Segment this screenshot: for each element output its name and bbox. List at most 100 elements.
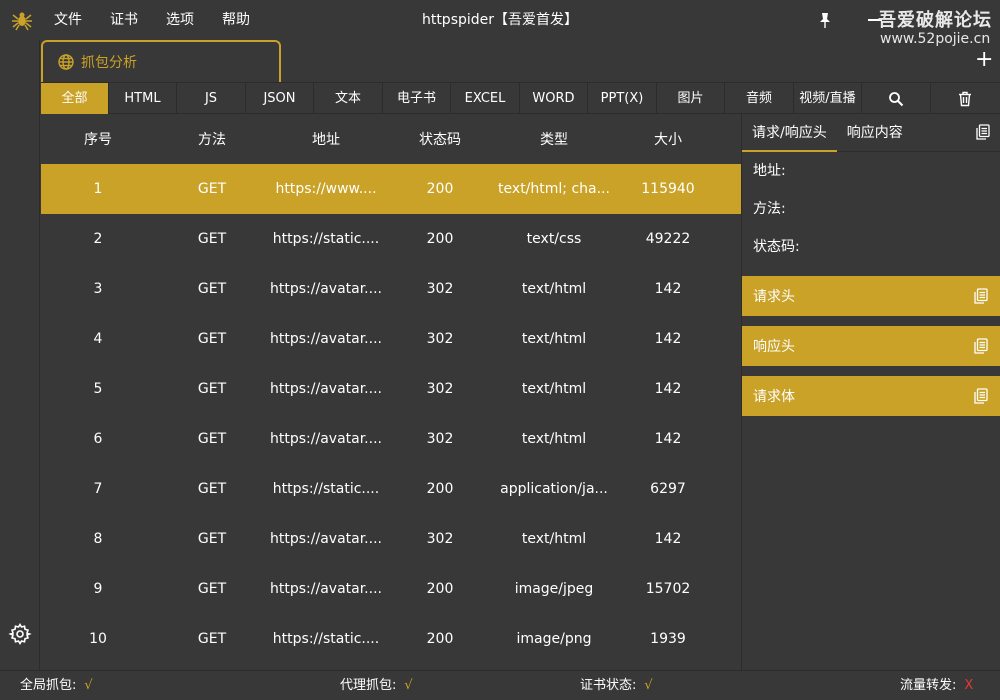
status-value: √ xyxy=(84,678,93,693)
filter-image[interactable]: 图片 xyxy=(657,83,725,114)
filter-bar: 全部 HTML JS JSON 文本 电子书 EXCEL WORD PPT(X)… xyxy=(41,82,1000,114)
section-response-headers[interactable]: 响应头 xyxy=(742,326,1000,366)
filter-word[interactable]: WORD xyxy=(520,83,588,114)
gear-icon[interactable] xyxy=(8,622,32,646)
cell-size: 6297 xyxy=(650,481,686,497)
cell-status: 200 xyxy=(426,581,454,597)
request-table: 序号 方法 地址 状态码 类型 大小 1 GET https://www....… xyxy=(41,114,741,670)
status-value: √ xyxy=(644,678,653,693)
cell-url: https://static.... xyxy=(272,481,380,497)
status-value: √ xyxy=(404,678,413,693)
header-url[interactable]: 地址 xyxy=(269,129,383,149)
pin-icon[interactable] xyxy=(815,10,835,30)
copy-icon[interactable] xyxy=(974,288,988,304)
menu-options[interactable]: 选项 xyxy=(152,0,208,40)
cell-index: 6 xyxy=(93,431,103,447)
cell-type: application/ja... xyxy=(500,481,608,497)
cell-method: GET xyxy=(197,281,227,297)
status-global-capture[interactable]: 全局抓包: √ xyxy=(20,671,93,700)
filter-audio[interactable]: 音频 xyxy=(725,83,794,114)
cell-url: https://avatar.... xyxy=(270,431,382,447)
header-size[interactable]: 大小 xyxy=(611,129,725,149)
cell-method: GET xyxy=(197,381,227,397)
status-cert[interactable]: 证书状态: √ xyxy=(580,671,653,700)
status-proxy-capture[interactable]: 代理抓包: √ xyxy=(340,671,413,700)
cell-size: 142 xyxy=(654,331,682,347)
section-request-body[interactable]: 请求体 xyxy=(742,376,1000,416)
cell-index: 8 xyxy=(93,531,103,547)
cell-method: GET xyxy=(197,481,227,497)
cell-url: https://avatar.... xyxy=(270,331,382,347)
cell-method: GET xyxy=(197,181,227,197)
table-row[interactable]: 3 GET https://avatar.... 302 text/html 1… xyxy=(41,264,741,314)
filter-ebook[interactable]: 电子书 xyxy=(383,83,451,114)
filter-text[interactable]: 文本 xyxy=(314,83,383,114)
status-label: 流量转发: xyxy=(900,678,957,693)
filter-json[interactable]: JSON xyxy=(246,83,314,114)
cell-status: 200 xyxy=(426,631,454,647)
header-method[interactable]: 方法 xyxy=(155,129,269,149)
cell-method: GET xyxy=(197,581,227,597)
table-row[interactable]: 6 GET https://avatar.... 302 text/html 1… xyxy=(41,414,741,464)
copy-icon[interactable] xyxy=(974,388,988,404)
cell-size: 142 xyxy=(654,381,682,397)
search-button[interactable] xyxy=(862,83,931,114)
tab-label: 抓包分析 xyxy=(81,55,137,71)
table-row[interactable]: 1 GET https://www.... 200 text/html; cha… xyxy=(41,164,741,214)
title-bar: 文件 证书 选项 帮助 httpspider【吾爱首发】 吾爱破解论坛 www.… xyxy=(0,0,1000,47)
menu-file[interactable]: 文件 xyxy=(40,0,96,40)
status-label: 证书状态: xyxy=(580,678,637,693)
cell-method: GET xyxy=(197,631,227,647)
table-row[interactable]: 9 GET https://avatar.... 200 image/jpeg … xyxy=(41,564,741,614)
cell-type: text/html xyxy=(521,281,587,297)
filter-ppt[interactable]: PPT(X) xyxy=(588,83,657,114)
cell-status: 302 xyxy=(426,281,454,297)
header-type[interactable]: 类型 xyxy=(497,129,611,149)
cell-size: 1939 xyxy=(650,631,686,647)
search-icon xyxy=(889,91,904,106)
section-label: 请求头 xyxy=(753,289,795,305)
table-row[interactable]: 8 GET https://avatar.... 302 text/html 1… xyxy=(41,514,741,564)
menu-bar: 文件 证书 选项 帮助 xyxy=(40,0,264,40)
filter-all[interactable]: 全部 xyxy=(41,83,109,114)
tab-response-content[interactable]: 响应内容 xyxy=(837,114,913,152)
filter-excel[interactable]: EXCEL xyxy=(451,83,520,114)
cell-status: 302 xyxy=(426,331,454,347)
cell-index: 10 xyxy=(89,631,107,647)
filter-js[interactable]: JS xyxy=(177,83,246,114)
status-bar: 全局抓包: √ 代理抓包: √ 证书状态: √ 流量转发: X xyxy=(0,670,1000,700)
section-request-headers[interactable]: 请求头 xyxy=(742,276,1000,316)
cell-type: text/html xyxy=(521,531,587,547)
cell-size: 15702 xyxy=(645,581,691,597)
status-forwarding[interactable]: 流量转发: X xyxy=(900,671,973,700)
copy-icon[interactable] xyxy=(974,338,988,354)
cell-type: text/html xyxy=(521,431,587,447)
plus-icon[interactable]: + xyxy=(975,49,993,71)
header-index[interactable]: 序号 xyxy=(41,129,155,149)
watermark-url: www.52pojie.cn xyxy=(880,31,991,47)
filter-video[interactable]: 视频/直播 xyxy=(794,83,862,114)
table-row[interactable]: 10 GET https://static.... 200 image/png … xyxy=(41,614,741,664)
table-row[interactable]: 5 GET https://avatar.... 302 text/html 1… xyxy=(41,364,741,414)
section-label: 请求体 xyxy=(753,389,795,405)
copy-icon[interactable] xyxy=(976,124,990,140)
clear-button[interactable] xyxy=(931,83,999,114)
tab-headers[interactable]: 请求/响应头 xyxy=(742,114,837,152)
menu-help[interactable]: 帮助 xyxy=(208,0,264,40)
globe-icon xyxy=(58,54,74,70)
cell-status: 200 xyxy=(426,231,454,247)
table-row[interactable]: 7 GET https://static.... 200 application… xyxy=(41,464,741,514)
spider-icon xyxy=(12,12,32,31)
cell-index: 9 xyxy=(93,581,103,597)
cell-size: 49222 xyxy=(645,231,691,247)
trash-icon xyxy=(959,91,971,106)
table-row[interactable]: 4 GET https://avatar.... 302 text/html 1… xyxy=(41,314,741,364)
table-row[interactable]: 2 GET https://static.... 200 text/css 49… xyxy=(41,214,741,264)
filter-html[interactable]: HTML xyxy=(109,83,177,114)
cell-type: text/html xyxy=(521,331,587,347)
section-label: 响应头 xyxy=(753,339,795,355)
tab-capture-analysis[interactable]: 抓包分析 xyxy=(41,40,281,82)
menu-certificate[interactable]: 证书 xyxy=(96,0,152,40)
header-status[interactable]: 状态码 xyxy=(383,129,497,149)
field-url-label: 地址: xyxy=(753,163,786,179)
